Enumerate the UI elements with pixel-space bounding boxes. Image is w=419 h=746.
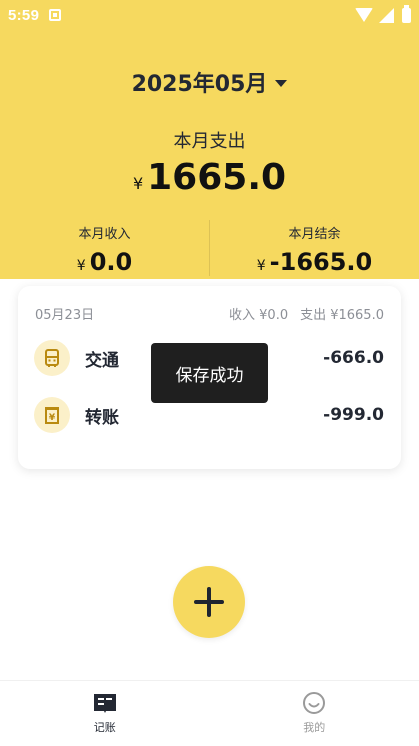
- month-selector[interactable]: 2025年05月: [0, 66, 419, 98]
- summary-stats: 本月收入 ¥ 0.0 本月结余 ¥ -1665.0: [0, 220, 419, 276]
- notification-icon: [49, 9, 62, 21]
- record-amount: -666.0: [323, 348, 384, 368]
- bottom-nav: 记账 我的: [0, 680, 419, 746]
- wifi-icon: [355, 8, 373, 22]
- income-value: 0.0: [89, 248, 133, 276]
- day-income-summary: 收入 ¥0.0: [229, 308, 289, 323]
- add-record-button[interactable]: [173, 566, 245, 638]
- currency-symbol: ¥: [256, 258, 266, 274]
- day-card-header: 05月23日 收入 ¥0.0 支出 ¥1665.0: [35, 304, 384, 323]
- transfer-icon: ¥: [34, 397, 70, 433]
- caret-down-icon: [275, 79, 288, 87]
- record-date: 05月23日: [35, 308, 95, 323]
- day-expense-summary: 支出 ¥1665.0: [300, 308, 384, 323]
- currency-symbol: ¥: [132, 174, 144, 193]
- toast-message: 保存成功: [151, 343, 268, 403]
- income-label: 本月收入: [78, 227, 131, 242]
- expense-label: 本月支出: [173, 131, 246, 152]
- balance-label: 本月结余: [288, 227, 341, 242]
- expense-total-value: 1665.0: [147, 157, 287, 198]
- currency-symbol: ¥: [76, 258, 86, 274]
- status-bar: 5:59: [0, 0, 419, 30]
- nav-item-ledger[interactable]: 记账: [0, 681, 210, 746]
- record-amount: -999.0: [323, 405, 384, 425]
- battery-icon: [402, 4, 411, 23]
- expense-total: ¥ 1665.0: [0, 157, 419, 198]
- balance-value: -1665.0: [269, 248, 373, 276]
- plus-icon: [194, 587, 224, 617]
- month-label: 2025年05月: [131, 72, 268, 97]
- svg-text:¥: ¥: [49, 413, 56, 423]
- smile-icon: [303, 692, 326, 714]
- signal-icon: [379, 7, 394, 23]
- nav-item-mine[interactable]: 我的: [210, 681, 419, 746]
- bus-icon: [34, 340, 70, 376]
- record-category: 转账: [85, 407, 119, 428]
- balance-stat: 本月结余 ¥ -1665.0: [210, 220, 419, 276]
- nav-label-ledger: 记账: [93, 721, 116, 734]
- income-stat: 本月收入 ¥ 0.0: [0, 220, 209, 276]
- status-time: 5:59: [8, 6, 40, 24]
- ledger-icon: [93, 694, 116, 713]
- nav-label-mine: 我的: [303, 721, 326, 734]
